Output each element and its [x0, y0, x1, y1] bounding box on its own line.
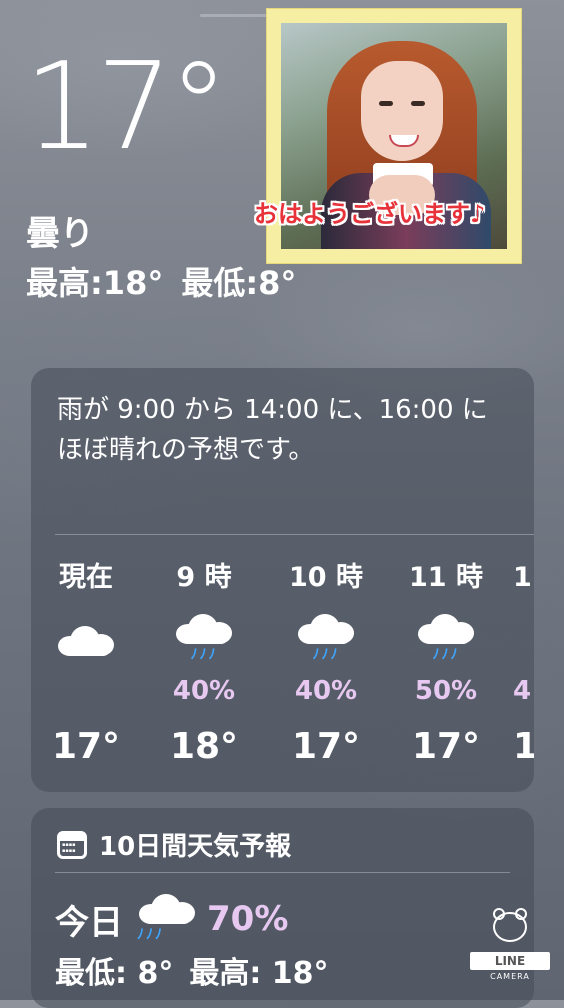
watermark-sub: CAMERA	[490, 972, 530, 981]
hour-label: 10 時	[289, 562, 363, 593]
hour-item-9[interactable]: 9 時 ﾉﾉﾉ 40% 18°	[149, 558, 259, 767]
cloud-rain-icon: ﾉﾉﾉ	[271, 614, 381, 674]
hour-temp: 17°	[411, 726, 481, 767]
watermark-brand: LINE	[470, 952, 550, 970]
current-low: 最低:8°	[181, 264, 297, 302]
cloud-rain-icon	[513, 614, 534, 674]
hour-precip: 40%	[172, 676, 236, 706]
hour-temp: 17°	[291, 726, 361, 767]
hour-precip: 4	[513, 676, 532, 706]
photo-caption: おはようございます♪	[254, 200, 486, 228]
forecast-header-label: 10日間天気予報	[99, 832, 292, 862]
cloud-rain-icon: ﾉﾉﾉ	[391, 614, 501, 674]
current-high: 最高:18°	[26, 264, 164, 302]
cloud-rain-icon: ﾉﾉﾉ	[149, 614, 259, 674]
current-high-low: 最高:18° 最低:8°	[26, 258, 296, 304]
hour-label: 11 時	[409, 562, 483, 593]
forecast-header: 10日間天気予報	[57, 826, 291, 863]
hour-item-partial[interactable]: 1 4 1	[513, 558, 534, 767]
cloud-icon	[31, 614, 141, 674]
hour-label: 9 時	[176, 562, 232, 593]
hour-item-now[interactable]: 現在 17°	[31, 558, 141, 767]
card-divider	[55, 872, 510, 873]
current-temperature: 17°	[24, 38, 229, 177]
hour-temp: 1	[513, 726, 534, 767]
hour-precip: 40%	[294, 676, 358, 706]
calendar-icon	[57, 830, 87, 859]
cloud-rain-icon: ﾉﾉﾉ	[137, 894, 197, 944]
hour-label: 現在	[59, 562, 113, 593]
card-divider	[55, 534, 534, 535]
forecast-range: 最低: 8° 最高: 18°	[55, 948, 329, 992]
hour-temp: 17°	[51, 726, 121, 767]
hour-temp: 18°	[169, 726, 239, 767]
forecast-day-label: 今日	[55, 902, 123, 943]
hour-precip	[31, 674, 141, 708]
bear-icon	[493, 908, 527, 942]
forecast-low: 最低: 8°	[55, 956, 174, 991]
hourly-scroller[interactable]: 現在 17° 9 時 ﾉﾉﾉ 40% 18° 10 時 ﾉﾉﾉ 40% 17°	[31, 558, 534, 788]
hour-precip: 50%	[414, 676, 478, 706]
hour-label: 1	[513, 562, 532, 593]
ten-day-forecast-card[interactable]: 10日間天気予報 今日 ﾉﾉﾉ 70% 最低: 8° 最高: 18°	[31, 808, 534, 1008]
forecast-row-today[interactable]: 今日 ﾉﾉﾉ 70%	[55, 894, 288, 944]
hour-item-10[interactable]: 10 時 ﾉﾉﾉ 40% 17°	[271, 558, 381, 767]
current-condition: 曇り	[26, 214, 94, 254]
line-camera-watermark: LINE CAMERA	[470, 908, 550, 990]
hourly-summary: 雨が 9:00 から 14:00 に、16:00 にほぼ晴れの予想です。	[57, 395, 488, 465]
forecast-high: 最高: 18°	[189, 956, 329, 991]
forecast-precip: 70%	[207, 899, 289, 939]
hour-item-11[interactable]: 11 時 ﾉﾉﾉ 50% 17°	[391, 558, 501, 767]
hourly-forecast-card[interactable]: 雨が 9:00 から 14:00 に、16:00 にほぼ晴れの予想です。 現在 …	[31, 368, 534, 792]
